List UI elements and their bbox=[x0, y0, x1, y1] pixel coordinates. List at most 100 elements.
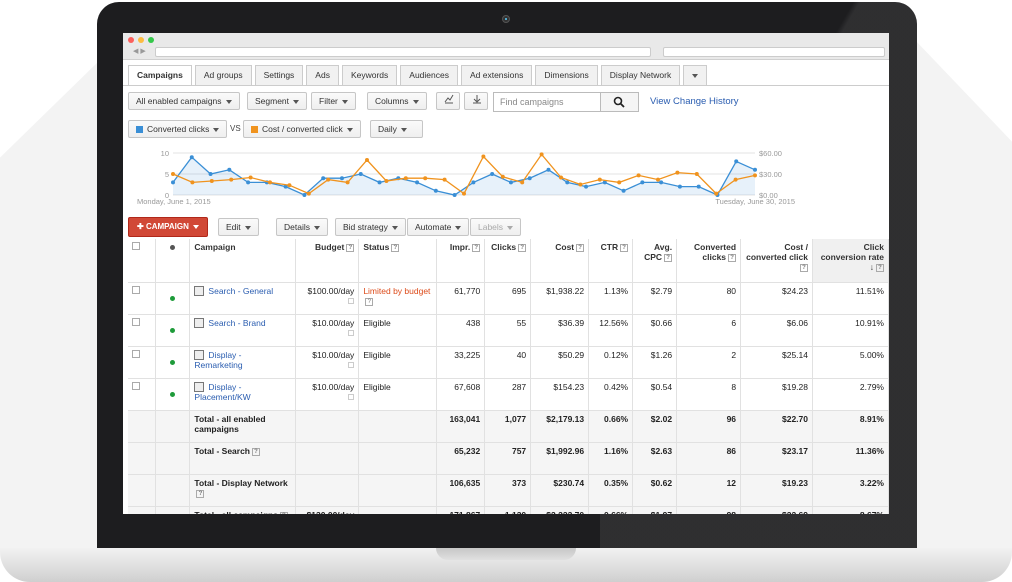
help-icon[interactable]: ? bbox=[799, 264, 808, 272]
view-change-history-link[interactable]: View Change History bbox=[650, 96, 739, 107]
help-icon[interactable]: ? bbox=[876, 264, 884, 272]
campaign-column-header[interactable]: Campaign bbox=[189, 239, 297, 283]
tab-audiences[interactable]: Audiences bbox=[400, 65, 458, 85]
help-icon[interactable]: ? bbox=[252, 447, 260, 456]
data-point[interactable] bbox=[675, 170, 680, 175]
address-bar[interactable] bbox=[155, 47, 651, 57]
data-point[interactable] bbox=[471, 180, 476, 185]
row-select[interactable] bbox=[128, 346, 157, 379]
row-checkbox[interactable] bbox=[132, 317, 140, 326]
campaign-link[interactable]: Search - Brand bbox=[208, 318, 265, 328]
data-point[interactable] bbox=[520, 180, 525, 185]
data-point[interactable] bbox=[171, 180, 175, 185]
help-icon[interactable]: ? bbox=[728, 254, 737, 262]
data-point[interactable] bbox=[415, 180, 420, 185]
data-point[interactable] bbox=[209, 179, 214, 183]
data-point[interactable] bbox=[302, 193, 307, 197]
data-point[interactable] bbox=[403, 176, 408, 181]
budget-cell[interactable]: $10.00/day bbox=[295, 346, 360, 379]
data-point[interactable] bbox=[659, 180, 664, 185]
impr-column-header[interactable]: Impr.? bbox=[436, 239, 486, 283]
data-point[interactable] bbox=[714, 191, 719, 196]
tab-ad-groups[interactable]: Ad groups bbox=[194, 65, 252, 85]
converted-clicks-column-header[interactable]: Converted clicks? bbox=[676, 239, 742, 283]
minimize-window-icon[interactable] bbox=[138, 37, 144, 43]
find-campaigns-input[interactable]: Find campaigns bbox=[493, 92, 601, 112]
bid-strategy-dropdown[interactable]: Bid strategy bbox=[335, 218, 406, 236]
segment-dropdown[interactable]: Segment bbox=[247, 92, 308, 110]
labels-dropdown[interactable]: Labels bbox=[470, 218, 522, 236]
data-point[interactable] bbox=[640, 180, 645, 185]
cost-column-header[interactable]: Cost? bbox=[530, 239, 590, 283]
data-point[interactable] bbox=[481, 154, 486, 159]
edit-dropdown[interactable]: Edit bbox=[218, 218, 259, 236]
data-point[interactable] bbox=[578, 182, 583, 187]
budget-cell[interactable]: $100.00/day bbox=[295, 282, 360, 315]
help-icon[interactable]: ? bbox=[346, 244, 355, 252]
help-icon[interactable]: ? bbox=[365, 297, 374, 306]
row-status[interactable] bbox=[155, 282, 191, 315]
data-point[interactable] bbox=[384, 179, 389, 183]
row-select[interactable] bbox=[128, 282, 157, 315]
data-point[interactable] bbox=[753, 173, 757, 178]
data-point[interactable] bbox=[565, 180, 570, 185]
data-point[interactable] bbox=[365, 158, 369, 162]
data-point[interactable] bbox=[584, 184, 589, 189]
data-point[interactable] bbox=[636, 173, 641, 178]
data-point[interactable] bbox=[246, 180, 251, 185]
data-point[interactable] bbox=[490, 172, 495, 176]
filter-dropdown[interactable]: Filter bbox=[311, 92, 356, 110]
data-point[interactable] bbox=[597, 177, 602, 182]
data-point[interactable] bbox=[208, 172, 213, 176]
data-point[interactable] bbox=[753, 167, 757, 172]
data-point[interactable] bbox=[227, 167, 232, 172]
row-checkbox[interactable] bbox=[132, 285, 140, 294]
add-campaign-button[interactable]: ✚ CAMPAIGN bbox=[128, 217, 208, 237]
metric1-dropdown[interactable]: Converted clicks bbox=[128, 120, 228, 138]
data-point[interactable] bbox=[326, 177, 331, 182]
cost-per-conversion-column-header[interactable]: Cost / converted click? bbox=[740, 239, 813, 283]
data-point[interactable] bbox=[339, 176, 344, 181]
select-all-header[interactable] bbox=[128, 239, 157, 283]
metric2-dropdown[interactable]: Cost / converted click bbox=[243, 120, 361, 138]
budget-column-header[interactable]: Budget? bbox=[295, 239, 360, 283]
data-point[interactable] bbox=[733, 177, 738, 182]
row-select[interactable] bbox=[128, 314, 157, 347]
tab-ad-extensions[interactable]: Ad extensions bbox=[460, 65, 533, 85]
data-point[interactable] bbox=[190, 180, 195, 185]
row-status[interactable] bbox=[155, 346, 191, 379]
data-point[interactable] bbox=[452, 193, 457, 197]
columns-dropdown[interactable]: Columns bbox=[367, 92, 427, 110]
conversion-rate-column-header[interactable]: Click conversion rate ↓? bbox=[812, 239, 889, 283]
data-point[interactable] bbox=[621, 188, 626, 193]
row-checkbox[interactable] bbox=[132, 381, 140, 390]
avg-cpc-column-header[interactable]: Avg. CPC? bbox=[632, 239, 678, 283]
data-point[interactable] bbox=[508, 180, 513, 185]
data-point[interactable] bbox=[442, 177, 447, 182]
status-column-header[interactable]: Status? bbox=[358, 239, 438, 283]
data-point[interactable] bbox=[268, 180, 272, 185]
data-point[interactable] bbox=[677, 184, 682, 189]
data-point[interactable] bbox=[617, 180, 622, 185]
data-point[interactable] bbox=[500, 174, 505, 179]
data-point[interactable] bbox=[287, 183, 292, 188]
data-point[interactable] bbox=[546, 167, 551, 172]
automate-dropdown[interactable]: Automate bbox=[407, 218, 470, 236]
enabled-campaigns-dropdown[interactable]: All enabled campaigns bbox=[128, 92, 240, 110]
data-point[interactable] bbox=[377, 180, 382, 185]
clicks-column-header[interactable]: Clicks? bbox=[484, 239, 532, 283]
budget-chart-icon[interactable] bbox=[348, 361, 355, 368]
tab-ads[interactable]: Ads bbox=[306, 65, 339, 85]
help-icon[interactable]: ? bbox=[664, 254, 673, 262]
data-point[interactable] bbox=[189, 155, 194, 160]
help-icon[interactable]: ? bbox=[472, 244, 481, 252]
data-point[interactable] bbox=[306, 191, 311, 196]
more-tabs-button[interactable] bbox=[683, 65, 708, 85]
data-point[interactable] bbox=[527, 176, 532, 181]
period-dropdown[interactable]: Daily bbox=[370, 120, 423, 138]
browser-search-box[interactable] bbox=[663, 47, 885, 57]
details-dropdown[interactable]: Details bbox=[276, 218, 328, 236]
help-icon[interactable]: ? bbox=[620, 244, 629, 252]
data-point[interactable] bbox=[345, 180, 350, 185]
data-point[interactable] bbox=[171, 172, 175, 176]
